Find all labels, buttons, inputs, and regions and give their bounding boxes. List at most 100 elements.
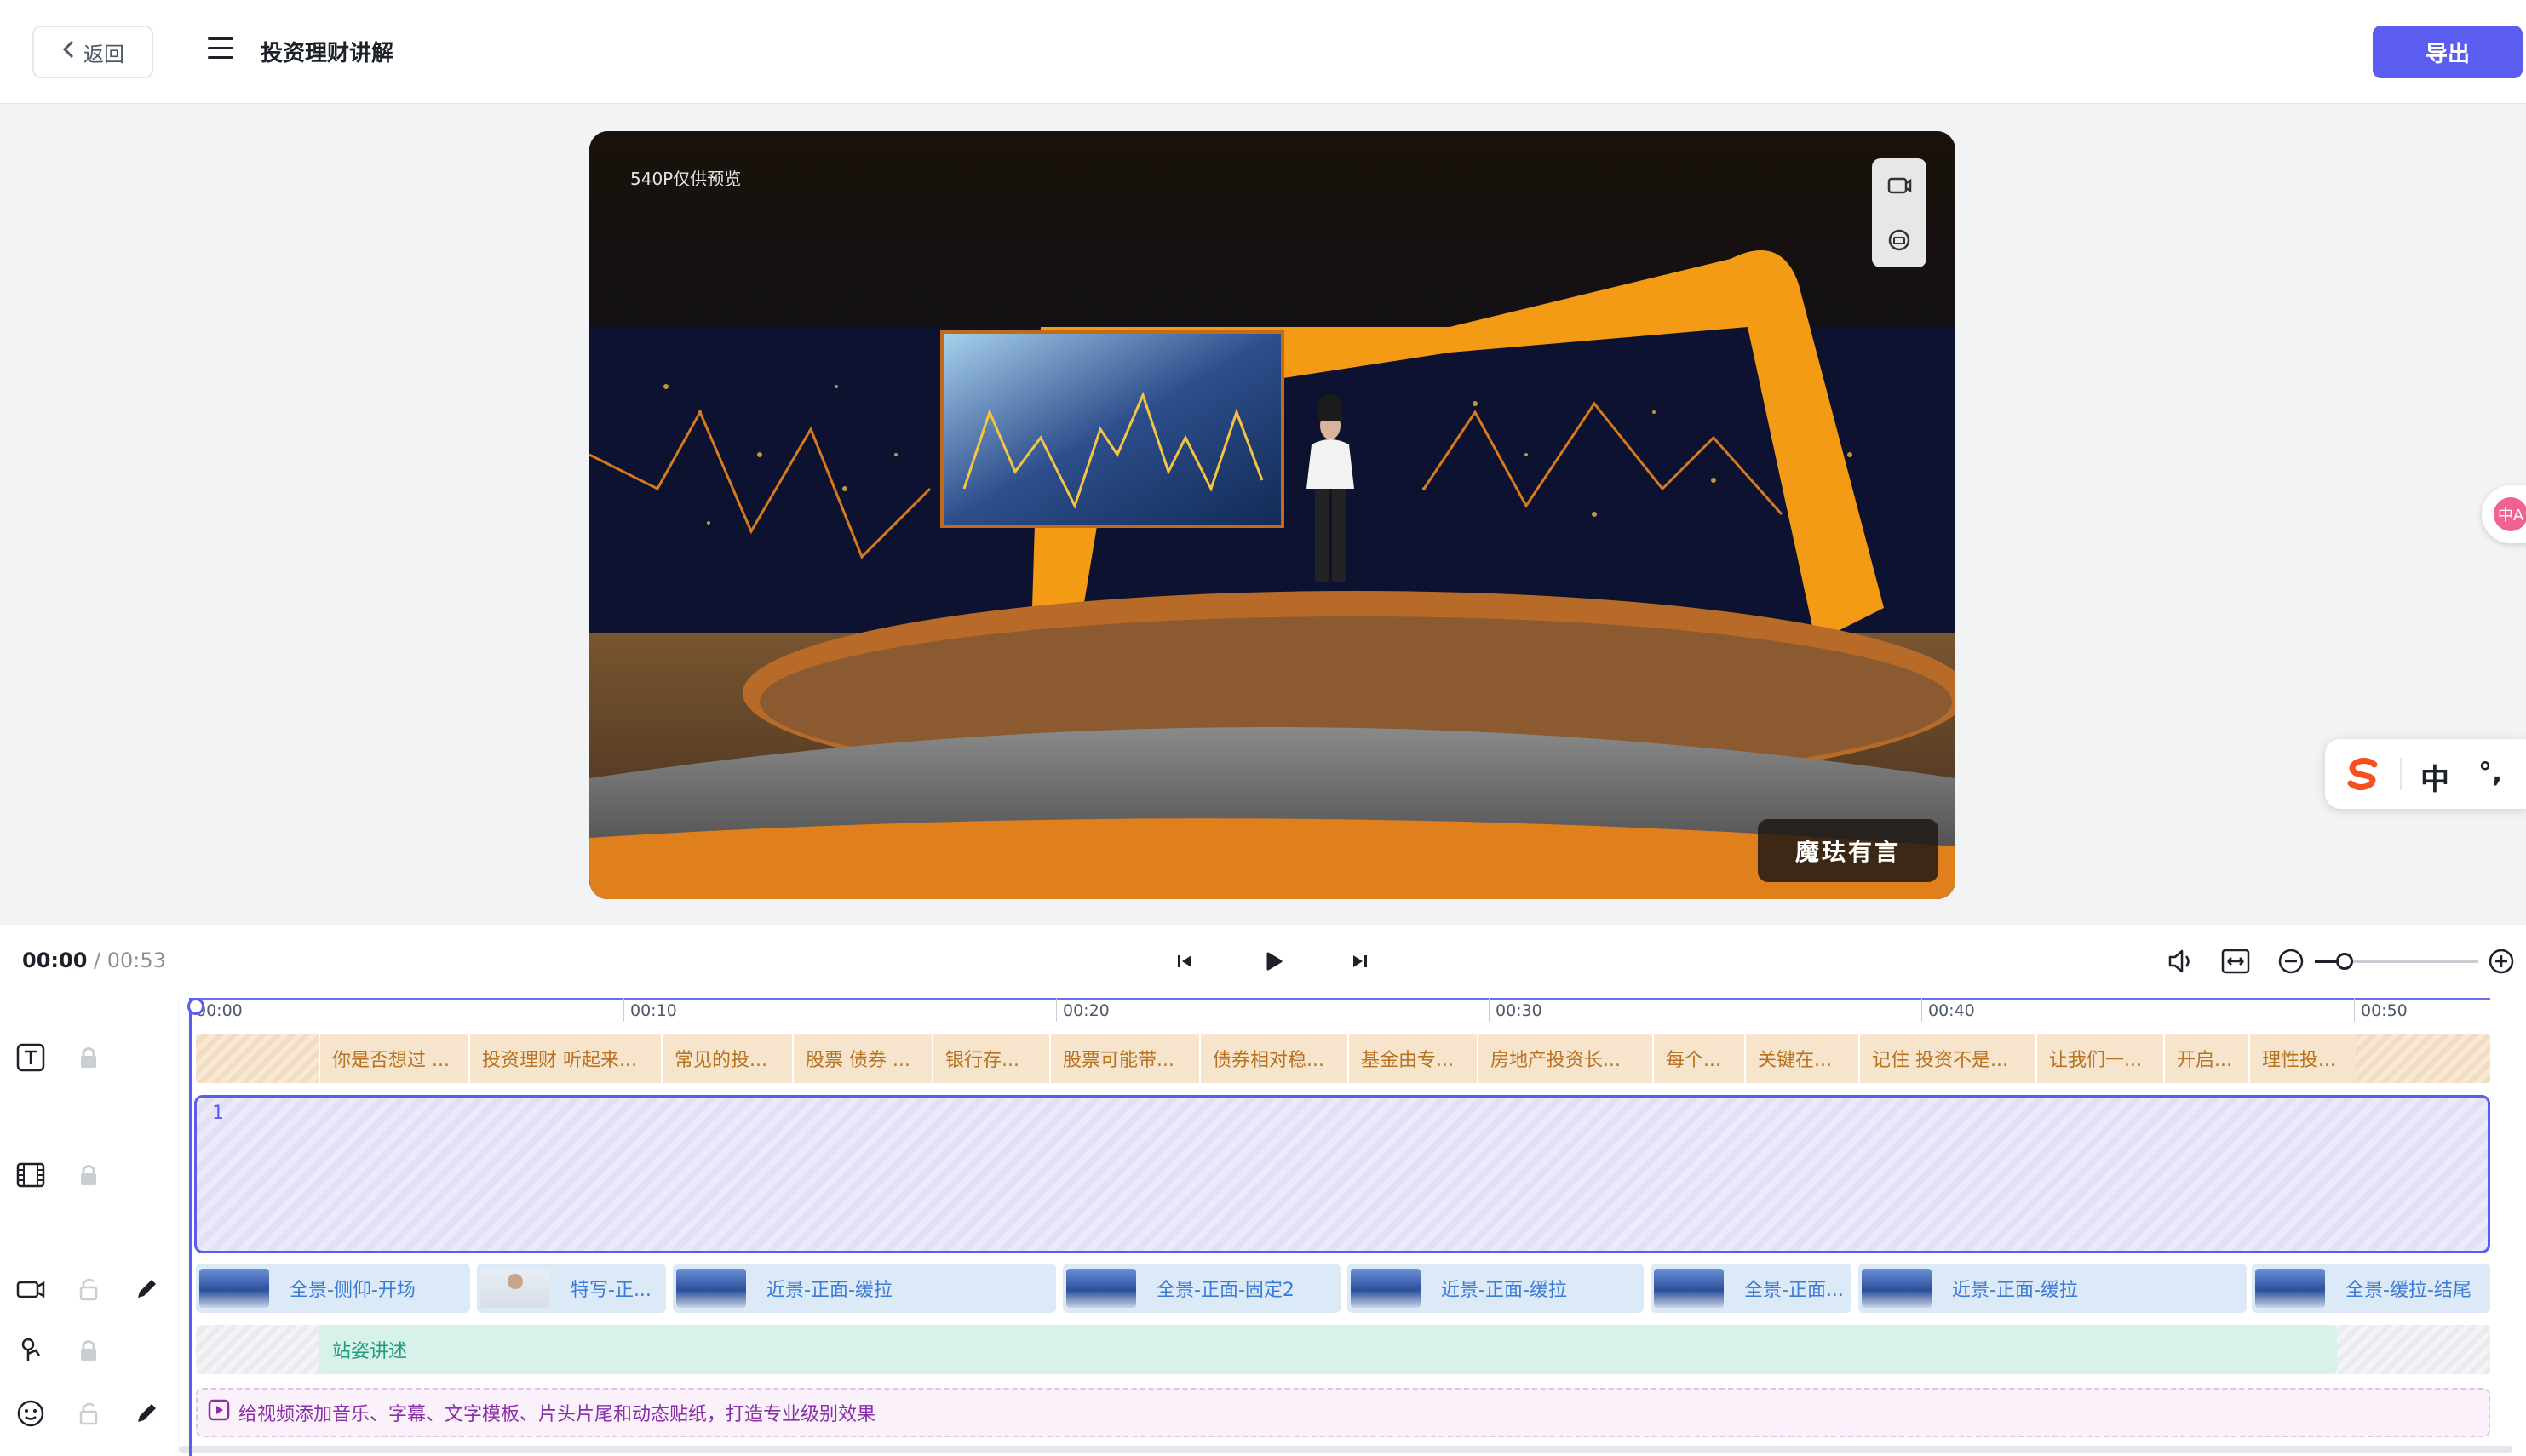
play-button[interactable] [1259,947,1288,976]
effects-hint-text: 给视频添加音乐、字幕、文字模板、片头片尾和动态贴纸，打造专业级别效果 [238,1404,876,1425]
video-clip-number: 1 [212,1103,224,1124]
zoom-slider-knob[interactable] [2335,953,2353,970]
volume-icon [2168,949,2190,973]
camera-clip[interactable]: 近景-正面-缓拉 [673,1264,1056,1313]
timeline-panel: 00:00 00:10 00:20 00:30 00:40 00:50 你是否想… [0,998,2526,1456]
ruler-label: 00:10 [630,1001,677,1020]
camera-clip-thumbnail [676,1269,746,1308]
lock-icon[interactable] [73,1335,104,1366]
pose-clip[interactable]: 站姿讲述 [319,1325,2337,1374]
lock-icon[interactable] [73,1160,104,1190]
camera-clip[interactable]: 特写-正... [477,1264,666,1313]
time-separator: / [87,949,107,972]
subtitle-clip[interactable]: 股票可能带... [1049,1034,1199,1083]
unlock-icon[interactable] [73,1274,104,1304]
sogou-logo-icon[interactable] [2344,754,2383,794]
text-track-icon [15,1042,46,1073]
brand-watermark: 魔珐有言 [1758,819,1938,882]
subtitle-clip[interactable]: 基金由专... [1347,1034,1477,1083]
timeline-scrollbar[interactable] [179,1446,2512,1453]
camera-clip[interactable]: 全景-正面... [1651,1264,1851,1313]
export-button[interactable]: 导出 [2373,26,2523,78]
playhead[interactable] [189,998,192,1456]
subtitle-clip[interactable]: 让我们一... [2035,1034,2163,1083]
ruler-label: 00:30 [1496,1001,1542,1020]
camera-track: 全景-侧仰-开场 特写-正... 近景-正面-缓拉 全景-正面-固定2 近景-正… [196,1264,2490,1313]
translate-icon: 中A [2494,497,2526,531]
zoom-in-button[interactable] [2485,945,2517,977]
subtitle-clip[interactable]: 银行存... [932,1034,1049,1083]
studio-scene-image [589,131,1955,899]
zoom-out-button[interactable] [2275,945,2307,977]
menu-icon[interactable] [208,37,233,60]
video-track-icon [15,1160,46,1190]
camera-clip-thumbnail [1351,1269,1421,1308]
subtitle-toggle-icon[interactable] [1884,225,1915,255]
playback-bar: 00:00 / 00:53 [0,925,2526,998]
camera-clip-label: 全景-正面... [1744,1280,1844,1301]
camera-clip-label: 全景-侧仰-开场 [290,1280,416,1301]
fit-width-button[interactable] [2219,945,2252,977]
zoom-in-icon [2489,949,2514,974]
lock-icon[interactable] [73,1042,104,1073]
ruler-label: 00:40 [1928,1001,1975,1020]
camera-clip[interactable]: 全景-侧仰-开场 [196,1264,470,1313]
time-ruler[interactable]: 00:00 00:10 00:20 00:30 00:40 00:50 [191,998,2490,1023]
ime-language-toggle[interactable]: 中 [2420,756,2449,798]
add-effects-icon [208,1399,230,1426]
camera-clip[interactable]: 近景-正面-缓拉 [1858,1264,2247,1313]
camera-view-icon[interactable] [1884,170,1915,201]
play-icon [1266,952,1283,971]
camera-clip[interactable]: 近景-正面-缓拉 [1347,1264,1644,1313]
playhead-handle[interactable] [187,998,204,1015]
skip-forward-icon [1353,955,1367,967]
subtitle-clip[interactable]: 股票 债券 ... [792,1034,932,1083]
pose-track: 站姿讲述 [196,1325,2490,1374]
back-button[interactable]: 返回 [32,26,153,78]
fit-width-icon [2221,949,2250,974]
skip-back-icon [1178,955,1191,967]
camera-track-icon [15,1274,46,1304]
volume-button[interactable] [2165,945,2197,977]
preview-toolbar [1872,158,1926,267]
subtitle-clip[interactable]: 开启... [2163,1034,2248,1083]
subtitle-clip[interactable]: 你是否想过 ... [319,1034,468,1083]
ime-toolbar: 中 °, [2325,739,2526,809]
subtitle-clip[interactable]: 理性投... [2248,1034,2356,1083]
ime-punctuation-toggle[interactable]: °, [2478,756,2502,788]
ime-divider [2400,758,2402,790]
subtitle-clip[interactable]: 记住 投资不是... [1858,1034,2035,1083]
ruler-tick [623,998,624,1022]
ruler-tick [1489,998,1490,1022]
camera-clip[interactable]: 全景-缓拉-结尾 [2252,1264,2490,1313]
effects-track[interactable]: 给视频添加音乐、字幕、文字模板、片头片尾和动态贴纸，打造专业级别效果 [196,1388,2490,1437]
time-display: 00:00 / 00:53 [22,949,166,972]
effects-track-icon [15,1398,46,1429]
total-time: 00:53 [106,949,166,972]
subtitle-clip[interactable]: 每个... [1652,1034,1744,1083]
back-label: 返回 [83,42,124,66]
zoom-slider[interactable] [2315,953,2478,970]
subtitle-clip[interactable]: 常见的投... [661,1034,792,1083]
preview-quality-label: 540P仅供预览 [630,169,742,189]
subtitle-clip[interactable]: 关键在... [1744,1034,1858,1083]
camera-clip-label: 特写-正... [571,1280,652,1301]
ruler-tick [2354,998,2355,1022]
top-header: 返回 投资理财讲解 导出 [0,0,2526,104]
camera-clip[interactable]: 全景-正面-固定2 [1063,1264,1341,1313]
ruler-progress-line [191,998,2490,1000]
edit-icon[interactable] [131,1274,162,1304]
translate-widget[interactable]: 中A [2482,485,2526,543]
video-preview: 540P仅供预览 魔珐有言 [589,131,1955,899]
subtitle-clip[interactable]: 债券相对稳... [1199,1034,1347,1083]
skip-back-button[interactable] [1170,947,1199,976]
subtitle-clip[interactable]: 投资理财 听起来... [468,1034,661,1083]
video-clip[interactable]: 1 [194,1095,2490,1253]
camera-clip-thumbnail [199,1269,269,1308]
unlock-icon[interactable] [73,1398,104,1429]
pose-track-icon [15,1335,46,1366]
camera-clip-label: 近景-正面-缓拉 [1952,1280,2078,1301]
skip-forward-button[interactable] [1346,947,1375,976]
edit-icon[interactable] [131,1398,162,1429]
subtitle-clip[interactable]: 房地产投资长... [1477,1034,1652,1083]
